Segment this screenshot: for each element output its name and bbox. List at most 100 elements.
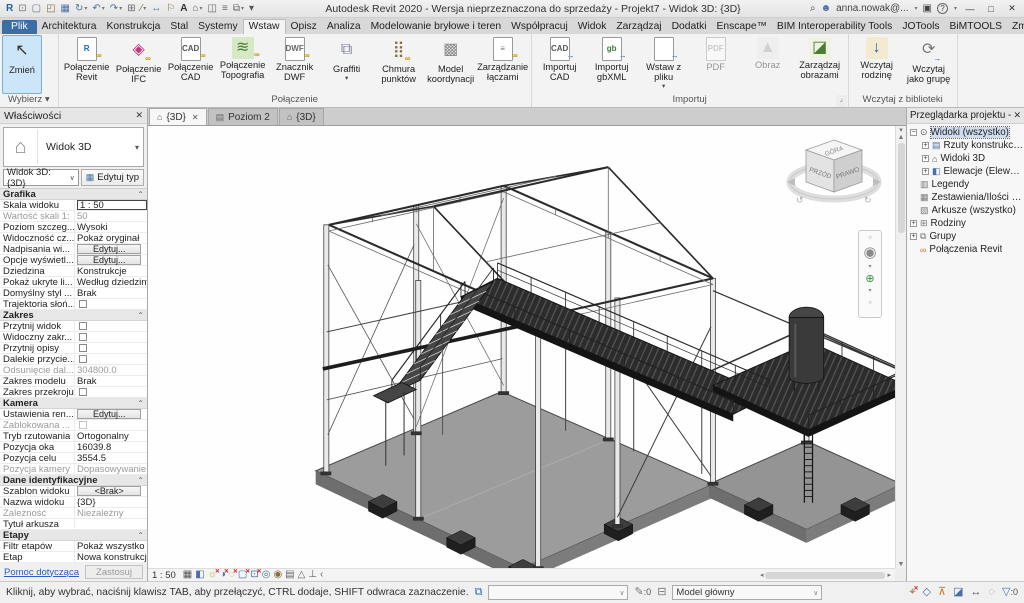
viewcube[interactable]: ↺ ↻ GÓRA PRZÓD PRAWO <box>784 130 884 226</box>
tree-expander-icon[interactable]: + <box>910 220 917 227</box>
tree-expander-icon[interactable]: + <box>922 142 929 149</box>
prop-value-zakres-modelu[interactable]: Brak <box>74 376 147 386</box>
properties-help-link[interactable]: Pomoc dotycząca <box>4 567 79 578</box>
open-file-icon[interactable]: ◰ <box>44 3 57 14</box>
navbar-options-icon[interactable]: ○ <box>868 233 872 244</box>
thin-lines-icon[interactable]: ≡ <box>220 3 230 14</box>
select-links-toggle-icon[interactable]: ⌖✕ <box>909 587 915 598</box>
visual-style-icon[interactable]: ◧ <box>195 570 204 580</box>
type-selector[interactable]: ⌂ Widok 3D ▾ <box>3 127 144 167</box>
search-icon[interactable]: ⌕ <box>810 3 816 14</box>
prop-value-tytuł-arkusza[interactable] <box>74 519 147 529</box>
crop-view-off-icon[interactable]: ▢✕ <box>238 570 247 580</box>
default-3d-view-icon[interactable]: ⌂▾ <box>190 3 204 14</box>
ribbon-button-graffiti[interactable]: ⧉Graffiti▾ <box>321 35 373 94</box>
view-tab-{3d}-2[interactable]: ⌂{3D} <box>279 108 324 125</box>
signed-in-user[interactable]: anna.nowak@... <box>836 3 908 14</box>
ribbon-tab-enscape[interactable]: Enscape™ <box>712 20 772 34</box>
section-collapse-icon[interactable]: ⌃ <box>137 311 144 320</box>
close-button[interactable]: ✕ <box>1004 3 1020 14</box>
select-by-face-toggle-icon[interactable]: ◪ <box>953 587 963 598</box>
tag-by-category-icon[interactable]: ⚐ <box>164 3 177 14</box>
horizontal-scroll-thumb[interactable] <box>765 572 885 579</box>
ribbon-tab-systemy[interactable]: Systemy <box>193 20 242 34</box>
ribbon-tab-jotools[interactable]: JOTools <box>897 20 944 34</box>
browser-item-legendy[interactable]: ▥Legendy <box>907 178 1024 191</box>
prop-value-widoczność-cz[interactable]: Pokaż oryginał <box>74 233 147 243</box>
select-underlay-toggle-icon[interactable]: ◇ <box>923 587 931 598</box>
browser-item-rzuty-konstrukcyjne[interactable]: +▤Rzuty konstrukcyjne <box>907 139 1024 152</box>
tree-expander-icon[interactable]: + <box>922 155 929 162</box>
reveal-hidden-elements-icon[interactable]: ◉ <box>273 570 282 580</box>
ribbon-button-zarządzaj-obrazami[interactable]: ◪Zarządzaj obrazami <box>794 35 846 94</box>
worksets-icon[interactable]: ⧉ <box>475 587 483 598</box>
customize-qat-icon[interactable]: ▾ <box>247 3 256 14</box>
prop-value-przytnij-widok[interactable] <box>74 321 147 331</box>
browser-item-grupy[interactable]: +⧉Grupy <box>907 230 1024 243</box>
sync-with-central-icon[interactable]: ↻▾ <box>73 3 89 14</box>
ribbon-button-połączenie-cad[interactable]: CAD∞Połączenie CAD <box>165 35 217 94</box>
sun-path-off-icon[interactable]: ☼✕ <box>208 570 217 580</box>
measure-icon[interactable]: ∕▾ <box>139 3 149 14</box>
view-scale[interactable]: 1 : 50 <box>152 570 176 581</box>
scroll-up-icon[interactable]: ▲ <box>898 134 905 141</box>
prop-value-widoczny-zakr[interactable] <box>74 332 147 342</box>
zoom-icon[interactable]: ⊕ <box>865 274 874 285</box>
project-browser-close-icon[interactable]: ✕ <box>1013 110 1021 121</box>
prop-value-pozycja-celu[interactable]: 3554.5 <box>74 453 147 463</box>
drag-on-selection-toggle-icon[interactable]: ↔ <box>970 587 981 598</box>
save-icon[interactable]: ▦ <box>59 3 72 14</box>
ribbon-button-chmura-punktów[interactable]: ⣿∞Chmura punktów <box>373 35 425 94</box>
section-collapse-icon[interactable]: ⌃ <box>137 399 144 408</box>
ribbon-button-połączenie-topografia[interactable]: ≋∞Połączenie Topografia <box>217 35 269 94</box>
text-note-icon[interactable]: A <box>178 3 189 14</box>
ribbon-button-zarządzanie-łączami[interactable]: ≡∞Zarządzanie łączami <box>477 35 529 94</box>
temporary-view-properties-icon[interactable]: ▤ <box>285 570 294 580</box>
print-icon[interactable]: ⊞ <box>125 3 137 14</box>
instance-selector[interactable]: Widok 3D: {3D}∨ <box>3 169 79 186</box>
maximize-button[interactable]: □ <box>983 4 999 14</box>
design-options-icon[interactable]: ⊟ <box>657 587 666 598</box>
prop-value-nazwa-widoku[interactable]: {3D} <box>74 497 147 507</box>
type-selector-caret-icon[interactable]: ▾ <box>131 143 143 152</box>
ribbon-button-wczytaj-rodzinę[interactable]: ↓Wczytaj rodzinę <box>851 35 903 94</box>
prop-value-etap[interactable]: Nowa konstrukcja <box>74 552 147 562</box>
browser-item-elewacje-elewacja-budy[interactable]: +◧Elewacje (Elewacja budy <box>907 165 1024 178</box>
horizontal-scrollbar[interactable]: ◂ ▸ <box>760 571 891 579</box>
revit-home-icon[interactable]: R <box>4 3 15 14</box>
tree-expander-icon[interactable]: + <box>910 233 917 240</box>
view-tab-close-icon[interactable]: ✕ <box>192 113 199 122</box>
scroll-left-icon[interactable]: ◂ <box>760 571 764 579</box>
app-frame-icon[interactable]: ⊡ <box>16 3 28 14</box>
ribbon-tab-stal[interactable]: Stal <box>165 20 193 34</box>
section-collapse-icon[interactable]: ⌃ <box>137 531 144 540</box>
help-caret-icon[interactable]: ▾ <box>954 5 957 12</box>
ribbon-button-model-koordynacji[interactable]: ▩Model koordynacji <box>425 35 477 94</box>
prop-value-trajektoria-słoń[interactable] <box>74 299 147 309</box>
view-tab-{3d}-0[interactable]: ⌂{3D}✕ <box>149 108 207 125</box>
prop-section-etapy[interactable]: Etapy⌃ <box>0 530 147 541</box>
prop-value-zakres-przekroju[interactable] <box>74 387 147 397</box>
hide-analytical-model-icon[interactable]: △ <box>298 570 306 580</box>
prop-section-kamera[interactable]: Kamera⌃ <box>0 398 147 409</box>
prop-value-szablon-widoku[interactable]: <Brak> <box>74 486 147 496</box>
prop-section-grafika[interactable]: Grafika⌃ <box>0 189 147 200</box>
prop-value-poziom-szczeg[interactable]: Wysoki <box>74 222 147 232</box>
vertical-scrollbar[interactable]: ▾ ▲ ▼ <box>895 126 906 568</box>
prop-value-ustawienia-ren[interactable]: Edytuj... <box>74 409 147 419</box>
worksets-dropdown[interactable]: ∨ <box>488 585 628 600</box>
steering-wheel-icon[interactable]: ◉ <box>863 245 876 261</box>
show-crop-region-off-icon[interactable]: ⊡✕ <box>250 570 258 580</box>
design-options-dropdown[interactable]: Model główny∨ <box>672 585 822 600</box>
ribbon-tab-plik[interactable]: Plik <box>2 20 37 34</box>
ribbon-button-importuj-cad[interactable]: CAD→Importuj CAD <box>534 35 586 94</box>
section-collapse-icon[interactable]: ⌃ <box>137 190 144 199</box>
navbar-bottom-options-icon[interactable]: ○ <box>868 298 872 309</box>
steering-wheel-caret-icon[interactable]: ▾ <box>868 262 871 273</box>
scroll-right-icon[interactable]: ▸ <box>887 571 891 579</box>
view-tab-poziom-2-1[interactable]: ▤Poziom 2 <box>208 108 278 125</box>
prop-value-tryb-rzutowania[interactable]: Ortogonalny <box>74 431 147 441</box>
browser-item-zestawienia-ilości-wszys[interactable]: ▦Zestawienia/Ilości (wszys <box>907 191 1024 204</box>
ribbon-tab-współpracuj[interactable]: Współpracuj <box>506 20 573 34</box>
browser-item-widoki-3d[interactable]: +⌂Widoki 3D <box>907 152 1024 165</box>
